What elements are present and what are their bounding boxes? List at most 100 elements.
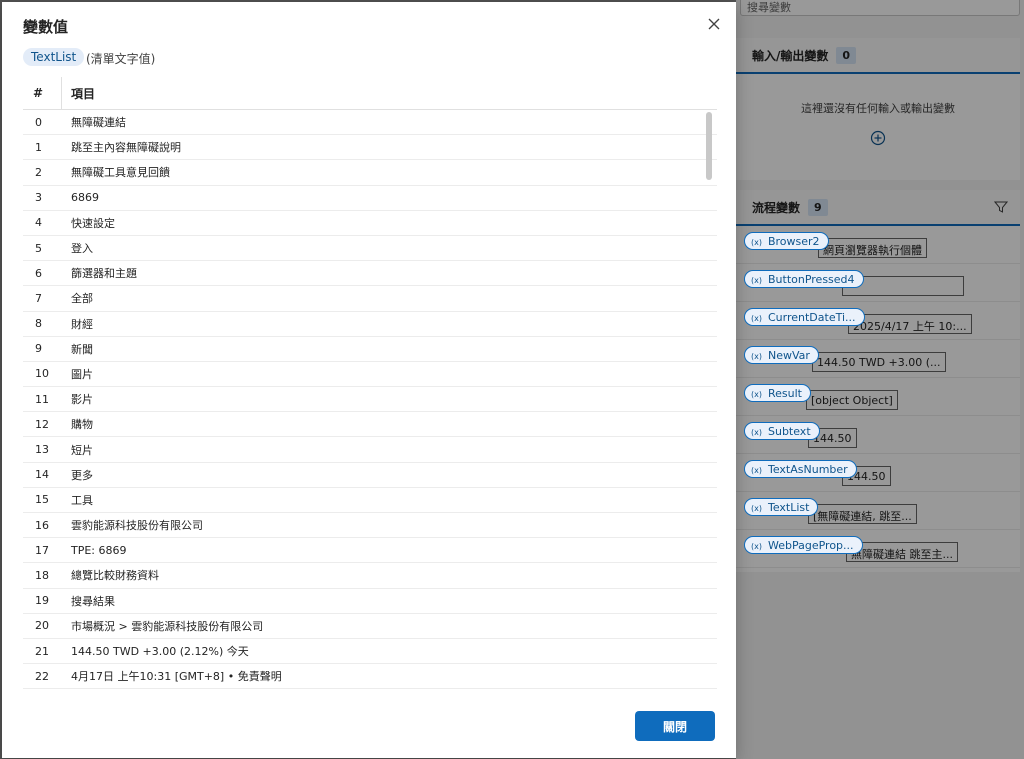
row-index: 21 bbox=[35, 644, 49, 658]
variable-name: ButtonPressed4 bbox=[767, 273, 855, 286]
column-divider[interactable] bbox=[61, 77, 62, 110]
table-row[interactable]: 6 篩選器和主題 bbox=[23, 261, 717, 287]
row-index: 14 bbox=[35, 468, 49, 482]
variable-icon: (x) bbox=[751, 542, 762, 551]
variable-icon: (x) bbox=[751, 466, 762, 475]
row-index: 13 bbox=[35, 443, 49, 457]
row-index: 2 bbox=[35, 165, 42, 179]
table-row[interactable]: 21 144.50 TWD +3.00 (2.12%) 今天 bbox=[23, 639, 717, 665]
variable-icon: (x) bbox=[751, 314, 762, 323]
row-index: 12 bbox=[35, 417, 49, 431]
table-body: 0 無障礙連結 1 跳至主內容無障礙說明 2 無障礙工具意見回饋 3 6869 4 快速設定 5 登入… bbox=[23, 110, 717, 690]
row-item: 圖片 bbox=[71, 367, 93, 381]
table-row[interactable]: 19 搜尋結果 bbox=[23, 589, 717, 614]
row-item: 財經 bbox=[71, 317, 93, 331]
row-item: 新聞 bbox=[71, 342, 93, 356]
table-row[interactable]: 12 購物 bbox=[23, 412, 717, 438]
table-scrollbar[interactable] bbox=[706, 110, 714, 692]
table-row[interactable]: 7 全部 bbox=[23, 286, 717, 312]
row-item: 快速設定 bbox=[71, 216, 115, 230]
variable-name: NewVar bbox=[767, 349, 810, 362]
variable-name-pill[interactable]: (x) Result bbox=[744, 384, 811, 402]
row-item: 無障礙連結 bbox=[71, 116, 126, 130]
scrollbar-thumb[interactable] bbox=[706, 112, 712, 180]
table-row[interactable]: 18 總覽比較財務資料 bbox=[23, 563, 717, 589]
table-row[interactable]: 22 4月17日 上午10:31 [GMT+8] • 免責聲明 bbox=[23, 664, 717, 690]
table-row[interactable]: 13 短片 bbox=[23, 437, 717, 463]
variable-icon: (x) bbox=[751, 504, 762, 513]
row-item: 更多 bbox=[71, 468, 93, 482]
variable-name: TextList bbox=[767, 501, 810, 514]
variable-name-pill[interactable]: (x) TextAsNumber bbox=[744, 460, 857, 478]
row-item: 雲豹能源科技股份有限公司 bbox=[71, 519, 203, 533]
table-row[interactable]: 14 更多 bbox=[23, 463, 717, 488]
variable-name-pill[interactable]: (x) WebPageProp... bbox=[744, 536, 863, 554]
variable-name: Browser2 bbox=[767, 235, 820, 248]
table-row[interactable]: 15 工具 bbox=[23, 488, 717, 513]
row-index: 4 bbox=[35, 216, 42, 230]
table-row[interactable]: 2 無障礙工具意見回饋 bbox=[23, 160, 717, 186]
row-item: 影片 bbox=[71, 393, 93, 407]
table-row[interactable]: 0 無障礙連結 bbox=[23, 110, 717, 136]
table-row[interactable]: 1 跳至主內容無障礙說明 bbox=[23, 135, 717, 161]
row-index: 7 bbox=[35, 291, 42, 305]
variable-name-pill[interactable]: (x) Browser2 bbox=[744, 232, 829, 250]
row-index: 15 bbox=[35, 493, 49, 507]
row-item: 短片 bbox=[71, 443, 93, 457]
variable-name: WebPageProp... bbox=[767, 539, 854, 552]
variable-icon: (x) bbox=[751, 352, 762, 361]
variable-icon: (x) bbox=[751, 390, 762, 399]
close-button[interactable]: 關閉 bbox=[635, 711, 715, 741]
row-index: 22 bbox=[35, 669, 49, 683]
row-item: 購物 bbox=[71, 418, 93, 432]
row-index: 17 bbox=[35, 543, 49, 557]
variable-name-pill[interactable]: (x) ButtonPressed4 bbox=[744, 270, 864, 288]
variable-type-badge: TextList bbox=[23, 48, 85, 66]
variable-name: Result bbox=[767, 387, 802, 400]
row-index: 16 bbox=[35, 518, 49, 532]
row-index: 5 bbox=[35, 241, 42, 255]
variable-name-pill[interactable]: (x) CurrentDateTi... bbox=[744, 308, 865, 326]
row-item: 4月17日 上午10:31 [GMT+8] • 免責聲明 bbox=[71, 670, 282, 684]
table-row[interactable]: 4 快速設定 bbox=[23, 211, 717, 236]
row-index: 10 bbox=[35, 367, 49, 381]
table-row[interactable]: 3 6869 bbox=[23, 186, 717, 211]
table-row[interactable]: 5 登入 bbox=[23, 236, 717, 262]
table-header: # 項目 bbox=[23, 77, 717, 110]
index-column-header[interactable]: # bbox=[23, 86, 61, 100]
table-row[interactable]: 17 TPE: 6869 bbox=[23, 538, 717, 564]
variable-type-description: (清單文字值) bbox=[86, 52, 156, 66]
variable-icon: (x) bbox=[751, 238, 762, 247]
variable-name-pill[interactable]: (x) Subtext bbox=[744, 422, 820, 440]
table-row[interactable]: 11 影片 bbox=[23, 387, 717, 413]
table-row[interactable]: 8 財經 bbox=[23, 312, 717, 337]
variable-value-dialog: 變數值 TextList (清單文字值) # 項目 0 無障礙連結 1 跳至主內容無障… bbox=[2, 2, 736, 758]
row-item: 6869 bbox=[71, 191, 99, 205]
close-icon[interactable] bbox=[706, 16, 722, 32]
row-index: 9 bbox=[35, 342, 42, 356]
row-item: 總覽比較財務資料 bbox=[71, 569, 159, 583]
row-item: 篩選器和主題 bbox=[71, 267, 137, 281]
row-item: 工具 bbox=[71, 493, 93, 507]
row-item: 搜尋結果 bbox=[71, 594, 115, 608]
row-index: 18 bbox=[35, 568, 49, 582]
row-index: 11 bbox=[35, 392, 49, 406]
row-index: 19 bbox=[35, 594, 49, 608]
row-item: 跳至主內容無障礙說明 bbox=[71, 141, 181, 155]
variable-name-pill[interactable]: (x) NewVar bbox=[744, 346, 819, 364]
variable-name: TextAsNumber bbox=[767, 463, 848, 476]
table-row[interactable]: 10 圖片 bbox=[23, 362, 717, 388]
row-index: 20 bbox=[35, 619, 49, 633]
table-row[interactable]: 20 市場概況 > 雲豹能源科技股份有限公司 bbox=[23, 614, 717, 639]
row-item: 登入 bbox=[71, 242, 93, 256]
row-item: 144.50 TWD +3.00 (2.12%) 今天 bbox=[71, 645, 249, 659]
row-index: 6 bbox=[35, 266, 42, 280]
variable-name: Subtext bbox=[767, 425, 811, 438]
variable-icon: (x) bbox=[751, 428, 762, 437]
row-index: 8 bbox=[35, 317, 42, 331]
table-row[interactable]: 16 雲豹能源科技股份有限公司 bbox=[23, 513, 717, 539]
table-row[interactable]: 9 新聞 bbox=[23, 337, 717, 362]
variable-name-pill[interactable]: (x) TextList bbox=[744, 498, 819, 516]
item-column-header[interactable]: 項目 bbox=[61, 85, 717, 102]
row-item: 市場概況 > 雲豹能源科技股份有限公司 bbox=[71, 619, 264, 633]
